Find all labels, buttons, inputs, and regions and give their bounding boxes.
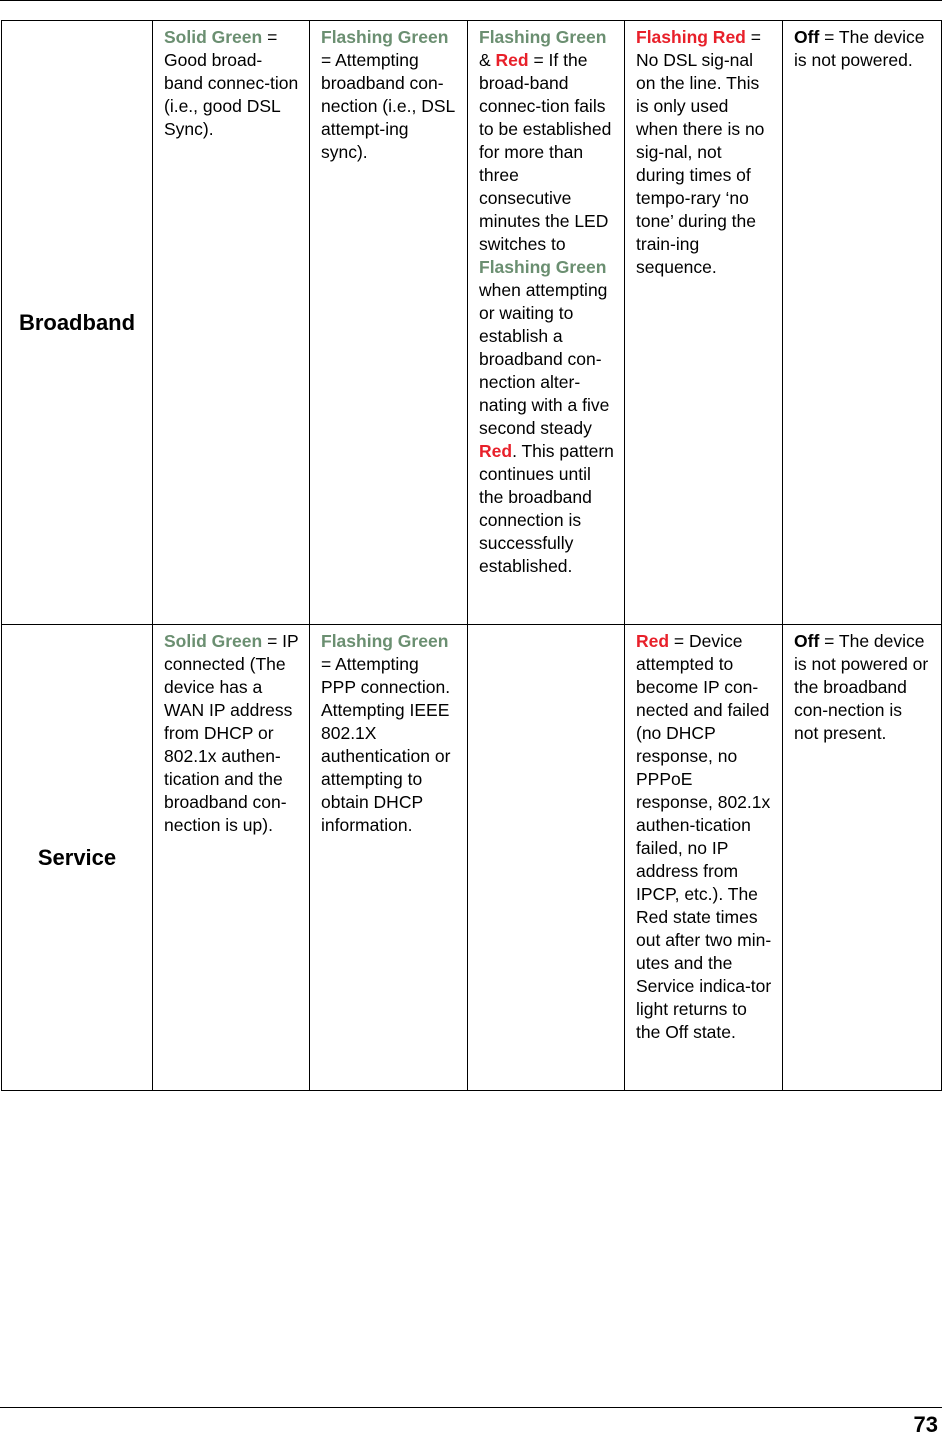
state-label: Red	[495, 50, 529, 70]
state-label: Solid Green	[164, 27, 263, 47]
state-label: Red	[636, 631, 670, 651]
cell-flashing-red: Flashing Red = No DSL sig-nal on the lin…	[624, 20, 783, 625]
cell-flashing-green-and-red: Flashing Green & Red = If the broad-band…	[467, 20, 625, 625]
text-run: when attempting or waiting to establish …	[479, 280, 610, 438]
row-label: Service	[1, 624, 153, 1091]
state-label: Flashing Green	[321, 631, 449, 651]
cell-off: Off = The device is not powered.	[782, 20, 942, 625]
state-description: = No DSL sig-nal on the line. This is on…	[636, 27, 765, 277]
state-label: Off	[794, 631, 820, 651]
table-row-service: Service Solid Green = IP connected (The …	[1, 624, 942, 1091]
cell-flashing-green: Flashing Green = Attempting broadband co…	[309, 20, 468, 625]
state-description: = Attempting PPP connection. Attempting …	[321, 654, 451, 835]
state-label: Red	[479, 441, 513, 461]
table-row-broadband: Broadband Solid Green = Good broad-band …	[1, 20, 942, 625]
state-label: Flashing Green	[479, 257, 607, 277]
state-label: Flashing Green	[321, 27, 449, 47]
cell-solid-green: Solid Green = Good broad-band connec-tio…	[152, 20, 310, 625]
state-label: Flashing Red	[636, 27, 746, 47]
cell-red: Red = Device attempted to become IP con-…	[624, 624, 783, 1091]
text-run: &	[479, 50, 496, 70]
led-status-table: Broadband Solid Green = Good broad-band …	[1, 20, 942, 1091]
state-description: = IP connected (The device has a WAN IP …	[164, 631, 299, 835]
cell-off: Off = The device is not powered or the b…	[782, 624, 942, 1091]
cell-solid-green: Solid Green = IP connected (The device h…	[152, 624, 310, 1091]
state-description: = Attempting broadband con-nection (i.e.…	[321, 50, 455, 162]
state-description: = Device attempted to become IP con-nect…	[636, 631, 772, 1042]
text-run: = If the broad-band connec-tion fails to…	[479, 50, 612, 254]
cell-empty	[467, 624, 625, 1091]
state-label: Solid Green	[164, 631, 263, 651]
page-number: 73	[913, 1412, 938, 1437]
header-rule	[0, 0, 942, 1]
state-label: Off	[794, 27, 820, 47]
state-label: Flashing Green	[479, 27, 607, 47]
footer-rule	[0, 1407, 942, 1408]
text-run: . This pattern continues until the broad…	[479, 441, 614, 576]
cell-flashing-green: Flashing Green = Attempting PPP connecti…	[309, 624, 468, 1091]
row-label: Broadband	[1, 20, 153, 625]
